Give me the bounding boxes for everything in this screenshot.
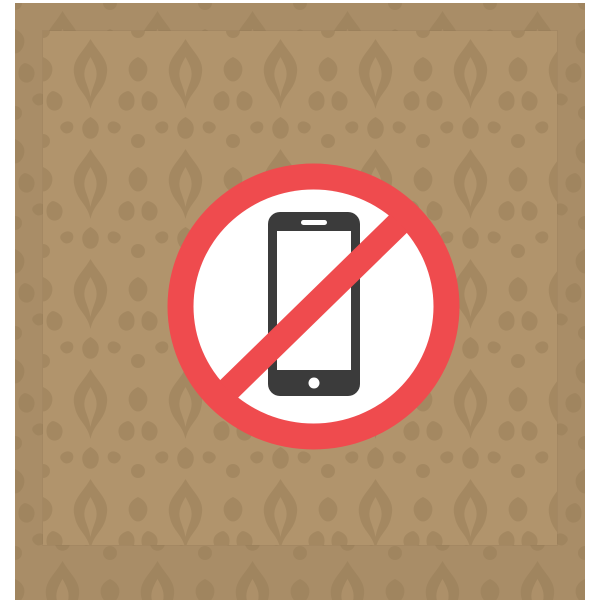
kraft-paper-background [15,3,585,600]
canvas [0,0,600,600]
no-phone-sign [167,163,460,450]
